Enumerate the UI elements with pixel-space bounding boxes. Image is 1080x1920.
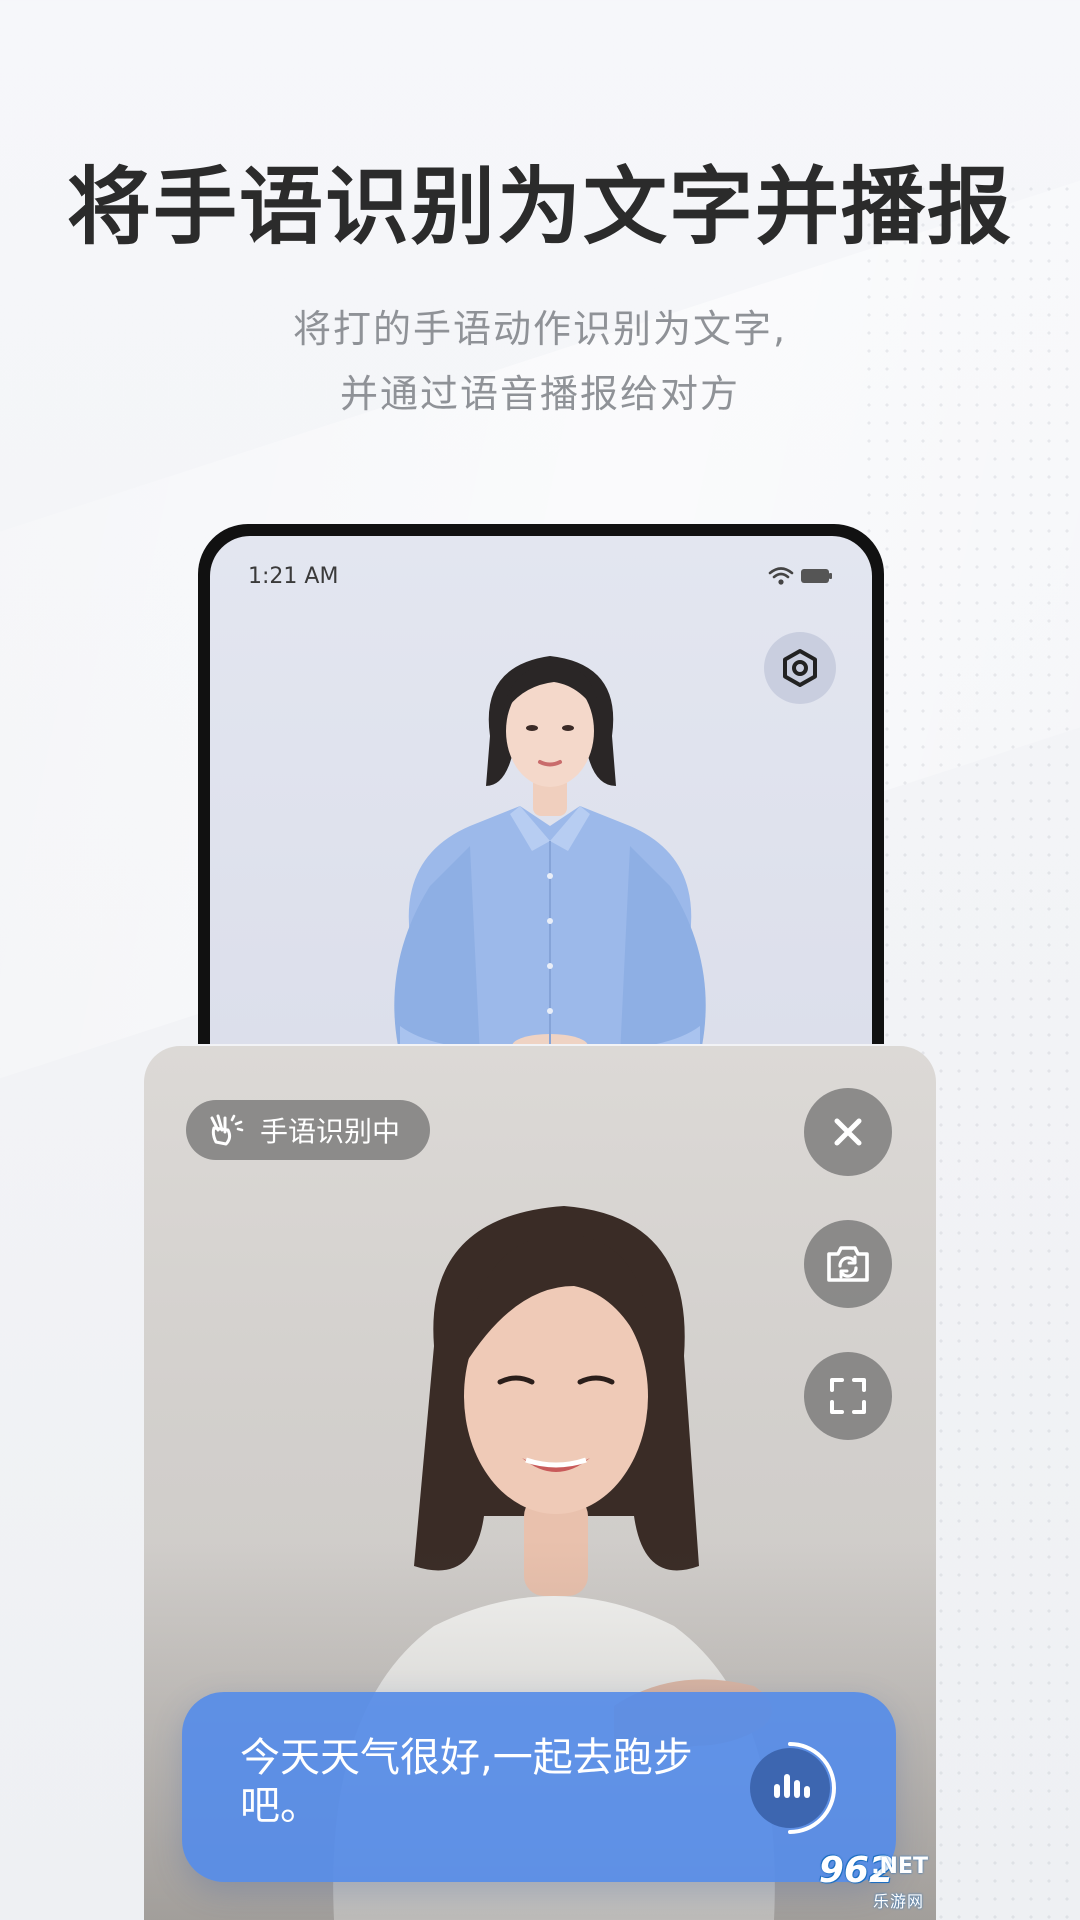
fullscreen-icon xyxy=(830,1378,866,1414)
subtitle-line-1: 将打的手语动作识别为文字, xyxy=(292,307,788,351)
recognized-text: 今天天气很好,一起去跑步吧。 xyxy=(240,1735,693,1829)
hand-wave-icon xyxy=(210,1114,244,1146)
subtitle-line-2: 并通过语音播报给对方 xyxy=(339,372,740,416)
phone-screen: 1:21 AM xyxy=(210,536,872,1044)
status-time: 1:21 AM xyxy=(248,564,339,589)
voice-playback-button[interactable] xyxy=(742,1740,838,1836)
switch-camera-button[interactable] xyxy=(804,1220,892,1308)
fullscreen-button[interactable] xyxy=(804,1352,892,1440)
close-button[interactable] xyxy=(804,1088,892,1176)
switch-camera-icon xyxy=(827,1246,869,1282)
status-icons xyxy=(768,566,834,586)
recognition-status-label: 手语识别中 xyxy=(260,1115,401,1148)
wifi-icon xyxy=(768,567,794,585)
page-title: 将手语识别为文字并播报 xyxy=(66,158,1013,256)
camera-preview: 手语识别中 今天天气很好,一起去跑步吧。 962 .NET 乐游网 xyxy=(144,1046,936,1920)
battery-icon xyxy=(801,569,832,583)
watermark-suffix: .NET xyxy=(871,1854,928,1879)
settings-button[interactable] xyxy=(764,632,836,704)
watermark-name: 乐游网 xyxy=(872,1892,924,1911)
settings-icon xyxy=(783,649,817,687)
site-watermark: 962 .NET 乐游网 xyxy=(778,1850,928,1914)
digital-human-avatar xyxy=(394,656,706,1044)
recognition-status-badge: 手语识别中 xyxy=(186,1100,431,1160)
close-icon xyxy=(834,1118,862,1146)
phone-mockup: 1:21 AM xyxy=(198,524,884,1044)
